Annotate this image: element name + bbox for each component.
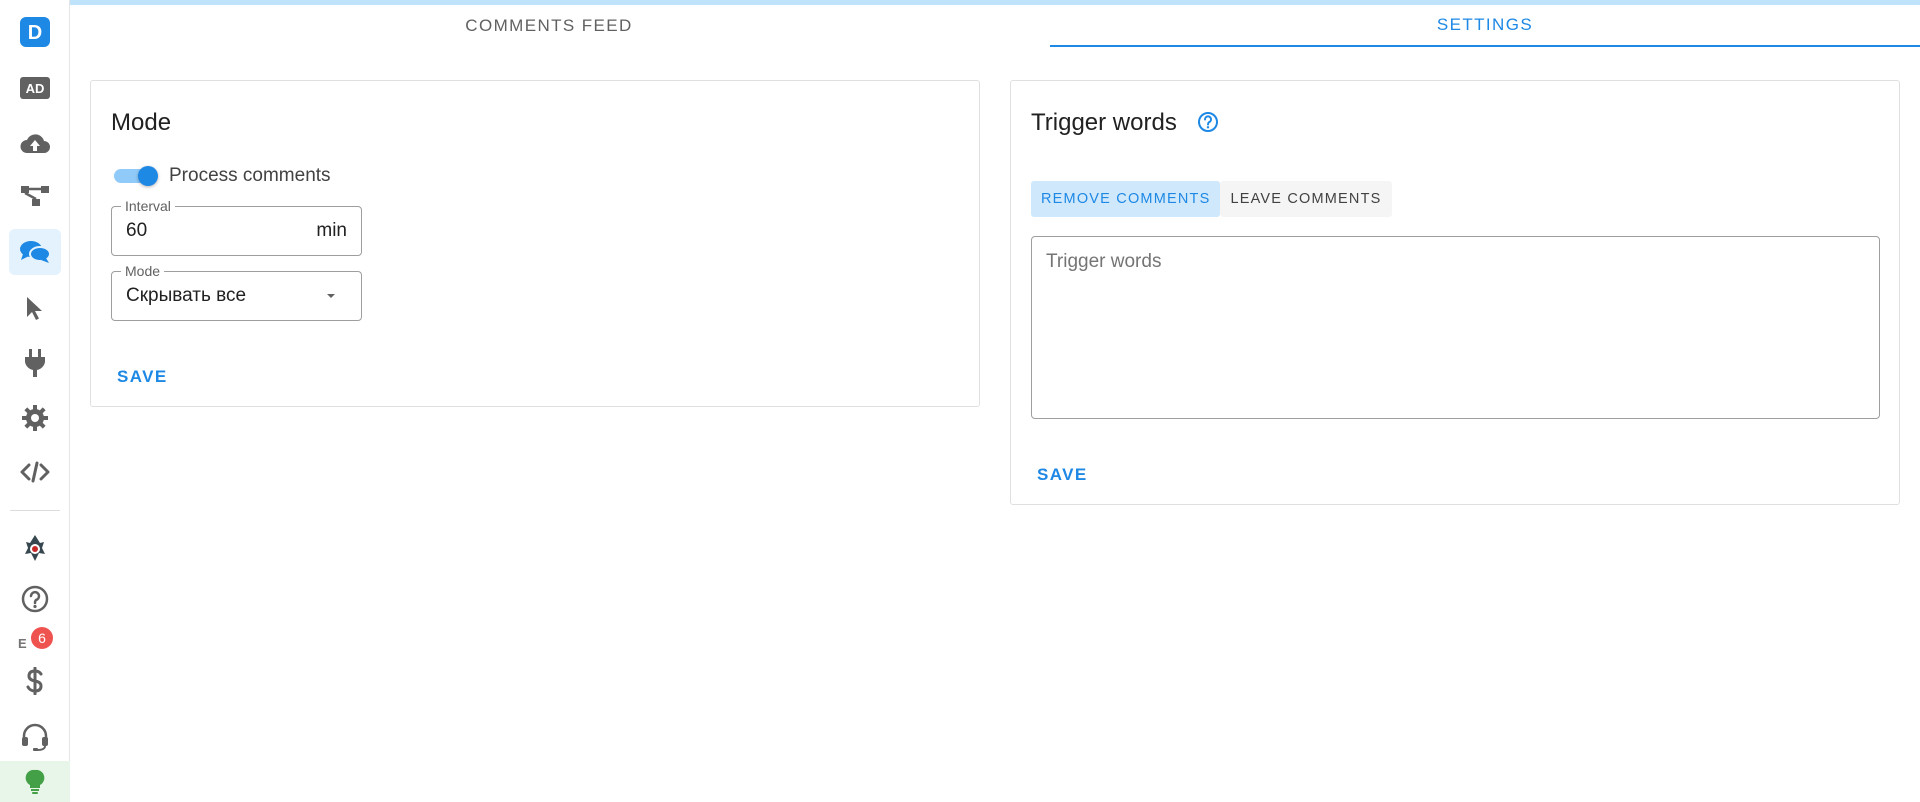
mode-select-value: Скрывать все (126, 285, 247, 306)
svg-text:AD: AD (26, 81, 45, 96)
sidebar-item-ads[interactable]: AD (9, 65, 61, 111)
sidebar-item-ideas[interactable] (0, 761, 70, 802)
mode-save-button[interactable]: SAVE (111, 363, 174, 391)
hierarchy-icon (21, 186, 49, 206)
svg-text:D: D (28, 22, 42, 44)
interval-legend: Interval (121, 198, 175, 214)
cloud-upload-icon (20, 134, 50, 153)
chevron-down-icon (327, 294, 335, 298)
sidebar-item-integrations[interactable] (9, 340, 61, 386)
sidebar: D AD E 6 (0, 0, 70, 802)
sidebar-item-code[interactable] (9, 449, 61, 495)
sidebar-item-cursor[interactable] (9, 285, 61, 331)
help-icon (21, 585, 49, 613)
sidebar-item-structure[interactable] (9, 173, 61, 219)
trigger-words-card: Trigger words REMOVE COMMENTS LEAVE COMM… (1010, 80, 1900, 505)
gear-icon (22, 405, 48, 431)
sidebar-item-support[interactable] (9, 714, 61, 760)
notification-badge[interactable]: 6 (31, 627, 53, 649)
sidebar-item-help[interactable] (9, 576, 61, 622)
comment-action-toggle-group: REMOVE COMMENTS LEAVE COMMENTS (1031, 181, 1392, 217)
sidebar-item-comments[interactable] (9, 229, 61, 275)
tab-comments-feed[interactable]: COMMENTS FEED (90, 5, 1008, 47)
ad-icon: AD (20, 77, 50, 99)
sidebar-item-settings[interactable] (9, 395, 61, 441)
notification-icon[interactable]: E (18, 636, 27, 651)
mode-select[interactable]: Mode Скрывать все (111, 263, 362, 321)
sidebar-item-upload[interactable] (9, 120, 61, 166)
help-icon[interactable] (1197, 111, 1219, 133)
interval-suffix: min (316, 220, 347, 241)
sidebar-item-billing[interactable] (9, 658, 61, 704)
mode-select-legend: Mode (121, 263, 165, 279)
headset-icon (22, 723, 48, 751)
sidebar-avatar[interactable] (9, 525, 61, 571)
trigger-words-textarea[interactable]: Trigger words (1031, 236, 1880, 419)
leave-comments-button[interactable]: LEAVE COMMENTS (1220, 181, 1392, 217)
lightbulb-icon (25, 769, 45, 794)
mode-card: Mode Process comments Interval 60 min Mo… (90, 80, 980, 407)
plug-icon (25, 349, 45, 377)
mode-card-title: Mode (111, 109, 172, 136)
sidebar-divider (10, 510, 60, 511)
process-comments-toggle[interactable] (114, 166, 158, 186)
comments-icon (20, 241, 51, 263)
code-icon (20, 461, 50, 483)
interval-input[interactable]: 60 (126, 220, 147, 242)
trigger-save-button[interactable]: SAVE (1031, 461, 1094, 489)
process-comments-label[interactable]: Process comments (169, 165, 331, 187)
interval-field[interactable]: Interval 60 min (111, 198, 362, 256)
logo-icon: D (20, 17, 50, 47)
trigger-words-title: Trigger words (1031, 109, 1177, 136)
dollar-icon (26, 667, 43, 695)
tab-settings[interactable]: SETTINGS (1050, 5, 1920, 47)
cursor-icon (27, 297, 42, 320)
remove-comments-button[interactable]: REMOVE COMMENTS (1031, 181, 1221, 217)
tab-bar: COMMENTS FEED SETTINGS (90, 5, 1920, 47)
sidebar-logo[interactable]: D (9, 9, 61, 55)
avatar-icon (25, 535, 45, 561)
toggle-thumb (138, 166, 158, 186)
